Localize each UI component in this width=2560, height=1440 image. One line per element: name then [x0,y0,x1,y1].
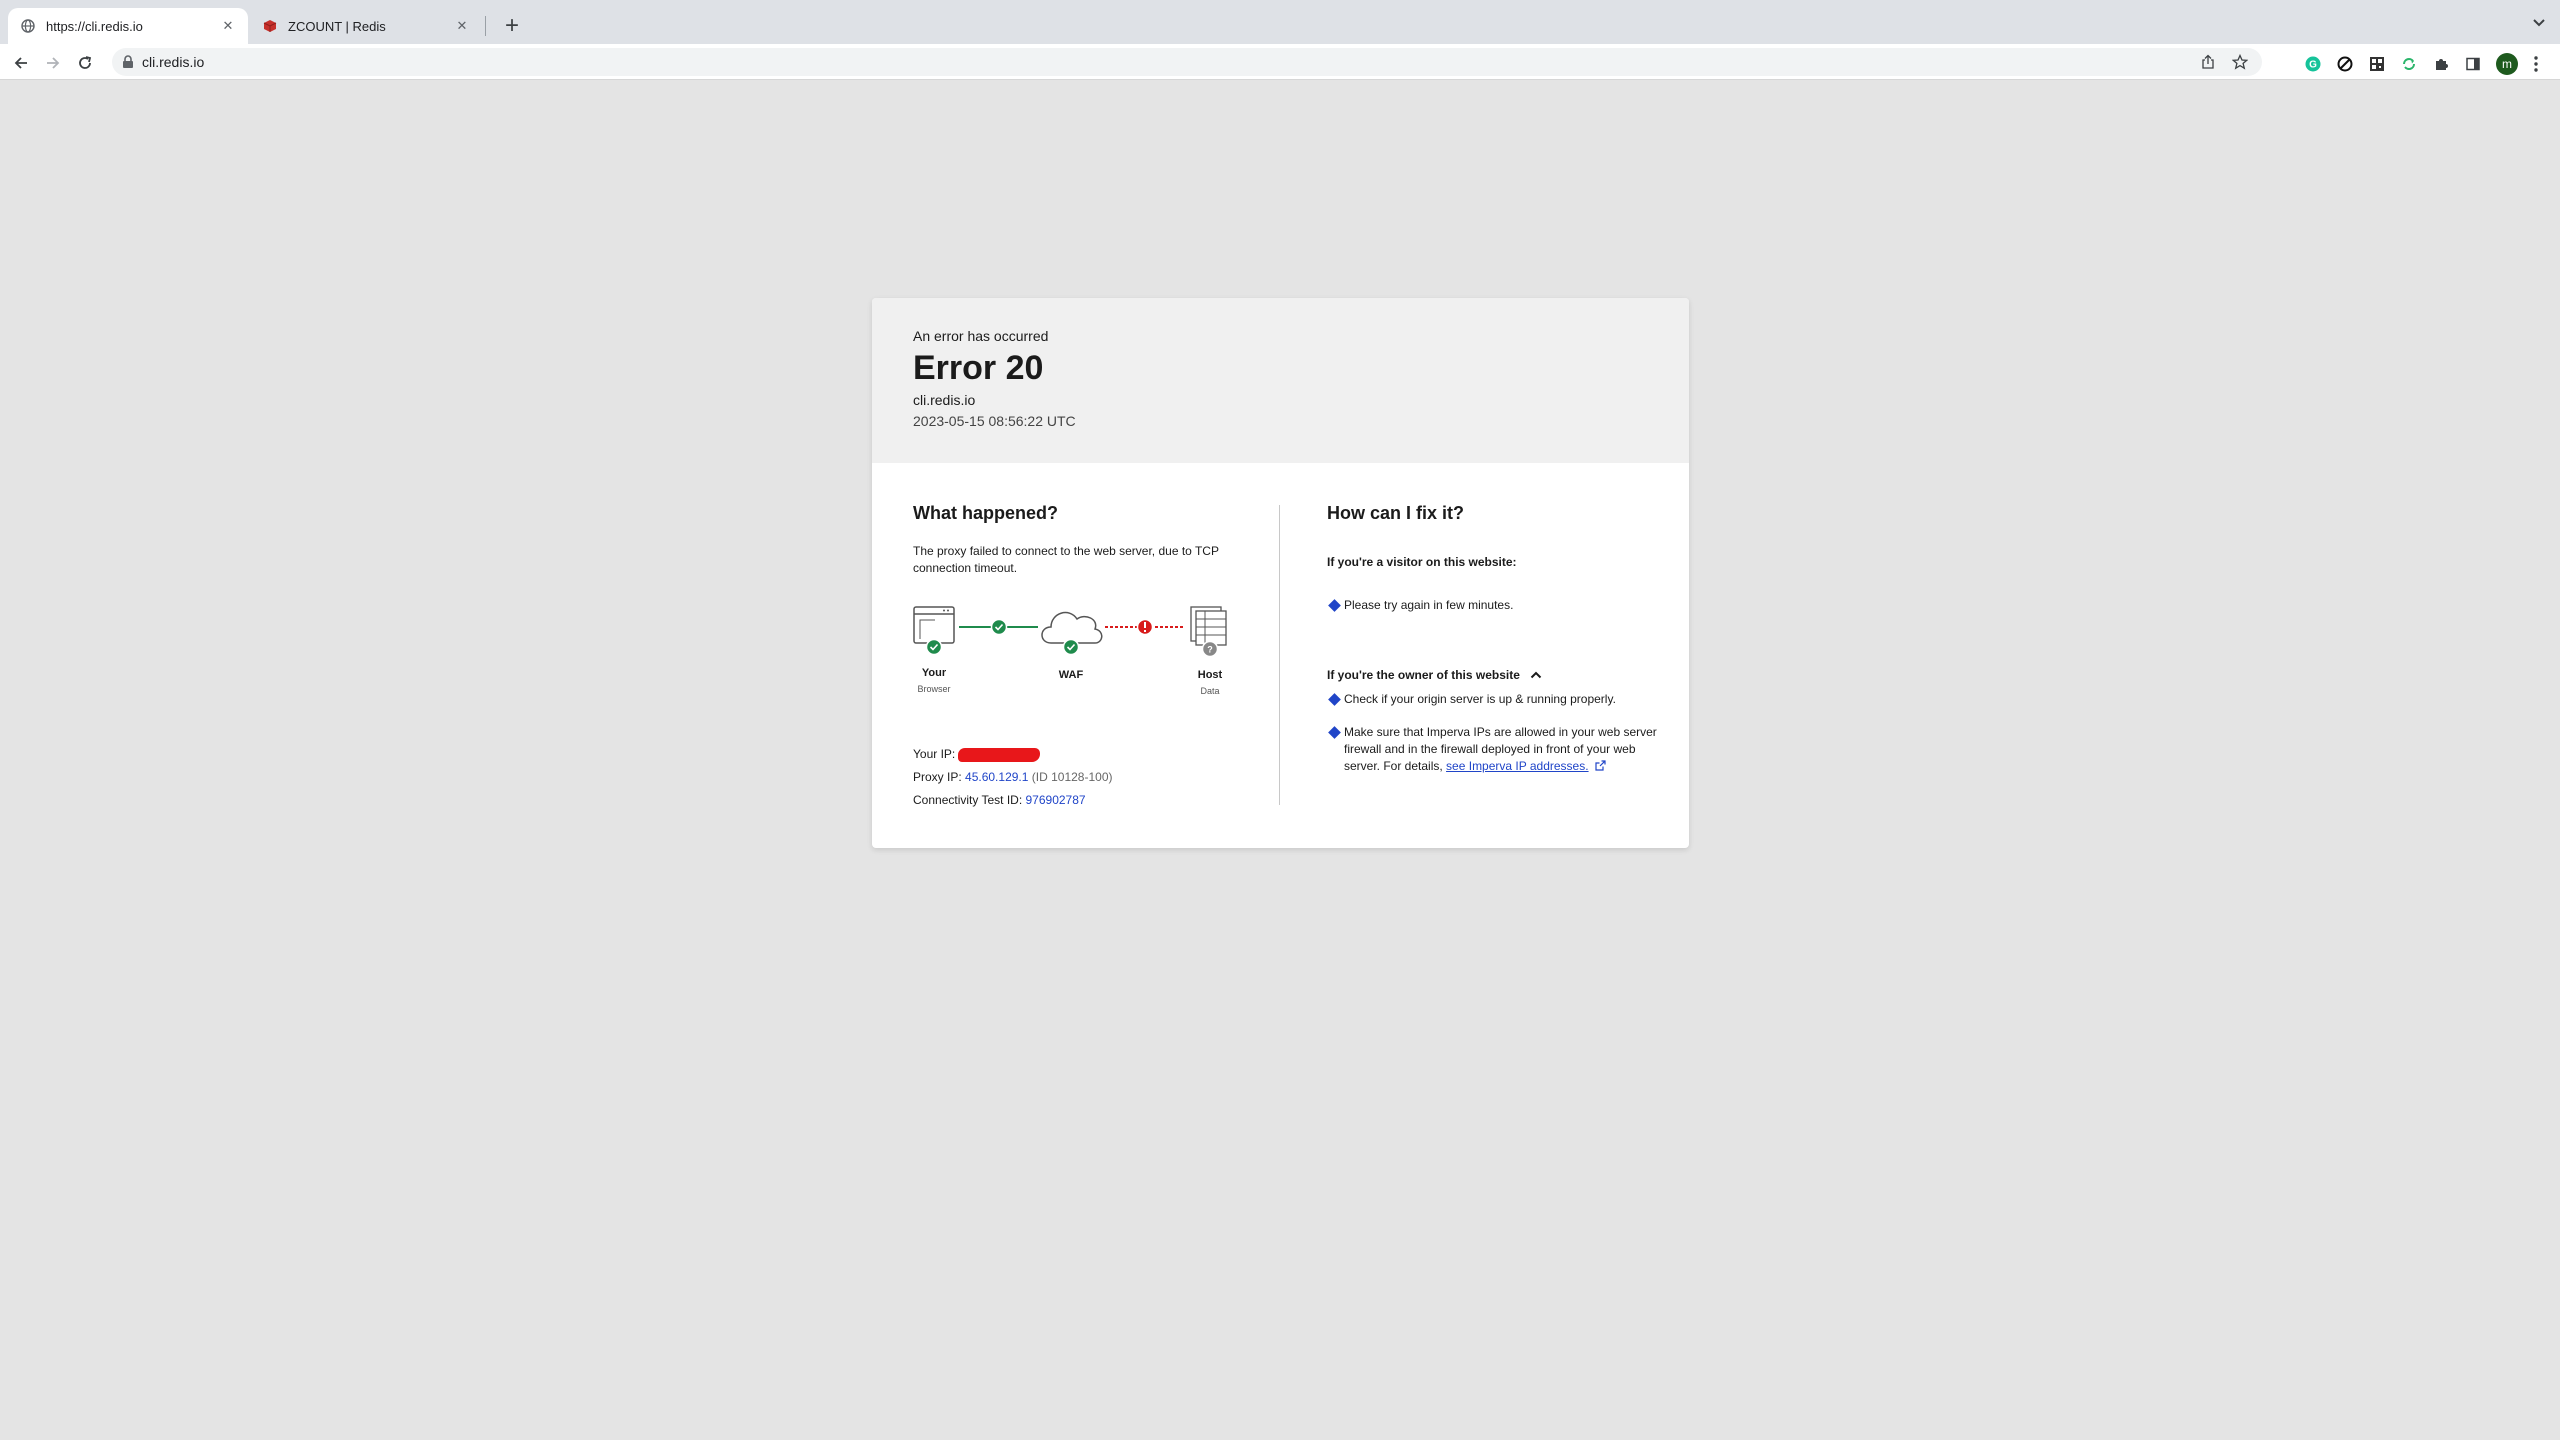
tab-close-icon[interactable]: ✕ [454,18,470,34]
side-panel-icon[interactable] [2464,55,2482,73]
redis-logo-icon [262,18,278,34]
test-id-label: Connectivity Test ID: [913,793,1023,807]
external-link-icon[interactable] [1595,759,1606,776]
proxy-id-value: (ID 10128-100) [1031,770,1113,784]
tab-search-chevron-icon[interactable] [2530,14,2548,32]
tab-cli-redis[interactable]: https://cli.redis.io ✕ [8,8,248,44]
error-timestamp: 2023-05-15 08:56:22 UTC [913,413,1076,429]
reload-icon[interactable] [74,52,96,74]
what-happened-heading: What happened? [913,503,1058,523]
host-server-icon [1190,606,1227,646]
node-browser-label: Your [921,667,947,679]
bullet-diamond-icon [1328,726,1341,739]
visitor-heading: If you're a visitor on this website: [1327,555,1517,569]
bullet-diamond-icon [1328,599,1341,612]
tab-zcount-redis[interactable]: ZCOUNT | Redis ✕ [250,8,482,44]
proxy-ip-label: Proxy IP: [913,770,962,784]
browser-ok-check-icon [925,638,943,656]
browser-toolbar: cli.redis.io G m [0,44,2560,80]
what-happened-description: The proxy failed to connect to the web s… [913,544,1219,575]
node-waf-label: WAF [1058,669,1084,681]
bookmark-star-icon[interactable] [2231,53,2249,70]
node-host-sublabel: Data [1200,686,1220,696]
redacted-ip [958,747,1041,762]
column-divider [1279,505,1280,805]
owner-list-item: Check if your origin server is up & runn… [1327,691,1657,708]
test-id-value: 976902787 [1025,793,1086,807]
error-domain: cli.redis.io [913,392,976,408]
error-card: An error has occurred Error 20 cli.redis… [872,298,1689,848]
connection-info: Your IP: Proxy IP: 45.60.129.1 (ID 10128… [913,743,1253,812]
sync-extension-icon[interactable] [2400,55,2418,73]
profile-avatar[interactable]: m [2496,53,2518,75]
error-eyebrow: An error has occurred [913,328,1049,344]
grammarly-icon[interactable]: G [2304,55,2322,73]
back-arrow-icon[interactable] [10,52,32,74]
visitor-item-text: Please try again in few minutes. [1344,598,1514,612]
share-icon[interactable] [2200,54,2216,70]
error-title: Error 20 [913,349,1044,387]
forward-arrow-icon[interactable] [42,52,64,74]
owner-item-1-text: Check if your origin server is up & runn… [1344,692,1616,706]
owner-list-item: Make sure that Imperva IPs are allowed i… [1327,724,1657,776]
globe-icon [20,18,36,34]
link-ok-check-icon [990,618,1008,636]
chevron-up-icon[interactable] [1530,670,1542,680]
test-id-row: Connectivity Test ID: 976902787 [913,789,1253,812]
tab-title: https://cli.redis.io [46,18,143,34]
svg-text:?: ? [1207,645,1213,655]
visitor-list-item: Please try again in few minutes. [1327,597,1657,614]
link-error-alert-icon [1136,618,1154,636]
bullet-diamond-icon [1328,693,1341,706]
tab-strip: https://cli.redis.io ✕ ZCOUNT | Redis ✕ … [0,0,2560,44]
owner-item-2-wrap: Make sure that Imperva IPs are allowed i… [1344,724,1657,776]
proxy-ip-row: Proxy IP: 45.60.129.1 (ID 10128-100) [913,766,1253,789]
lock-icon[interactable] [122,55,134,69]
browser-window-icon [913,606,955,644]
qr-code-icon[interactable] [2368,55,2386,73]
waf-ok-check-icon [1062,638,1080,656]
url-text: cli.redis.io [142,54,205,70]
what-happened-section: What happened? The proxy failed to conne… [913,503,1253,812]
extensions-puzzle-icon[interactable] [2432,55,2450,73]
imperva-ip-link[interactable]: see Imperva IP addresses. [1446,759,1589,773]
svg-text:G: G [2309,60,2317,71]
how-to-fix-heading: How can I fix it? [1327,503,1465,523]
proxy-ip-value: 45.60.129.1 [965,770,1029,784]
tab-close-icon[interactable]: ✕ [220,18,236,34]
how-to-fix-section: How can I fix it? If you're a visitor on… [1327,503,1657,776]
tab-title: ZCOUNT | Redis [288,18,386,34]
tab-separator [485,16,486,36]
address-bar[interactable]: cli.redis.io [112,48,2262,76]
your-ip-label: Your IP: [913,747,956,761]
owner-section-toggle[interactable]: If you're the owner of this website [1327,668,1657,682]
your-ip-row: Your IP: [913,743,1253,766]
node-browser-sublabel: Browser [917,684,951,694]
block-icon[interactable] [2336,55,2354,73]
owner-heading: If you're the owner of this website [1327,668,1520,682]
new-tab-icon[interactable]: + [498,12,526,40]
node-host-label: Host [1197,669,1223,681]
waf-cloud-icon [1041,611,1103,644]
more-menu-icon[interactable] [2530,54,2542,74]
error-header: An error has occurred Error 20 cli.redis… [872,298,1689,463]
connection-diagram: ? Your Browser WAF Host Data [913,605,1243,715]
host-unknown-icon: ? [1201,640,1219,658]
